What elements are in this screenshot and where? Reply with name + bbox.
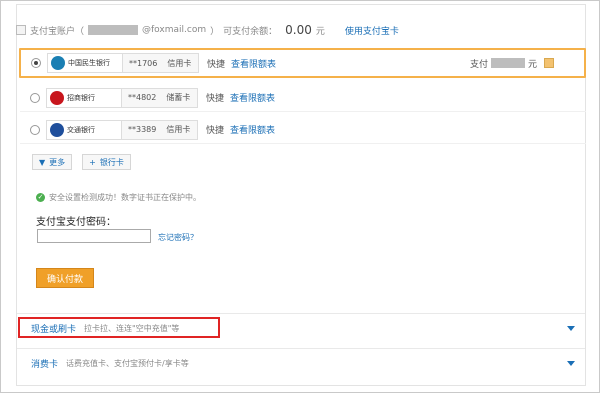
caret-down-icon[interactable] — [567, 326, 575, 331]
currency-label: 元 — [315, 26, 325, 37]
card-type: 储蓄卡 — [166, 93, 191, 102]
bank-name: 交通银行 — [67, 125, 95, 134]
password-label: 支付宝支付密码： — [36, 217, 116, 228]
forgot-password-link[interactable]: 忘记密码？ — [158, 232, 198, 243]
balance-amount: 0.00 — [285, 23, 312, 37]
masked-pay-amount — [490, 58, 525, 68]
check-circle-icon: ✓ — [36, 193, 45, 202]
calculator-icon[interactable] — [544, 58, 554, 68]
card-info: **3389 信用卡 — [122, 119, 198, 140]
plus-icon: + — [89, 157, 96, 167]
card-number: **3389 — [128, 125, 157, 134]
bank-option-cmb[interactable]: 招商银行 **4802 储蓄卡 快捷 查看限额表 — [20, 84, 586, 112]
minsheng-logo-icon — [51, 56, 65, 70]
add-card-label: 银行卡 — [99, 157, 124, 167]
masked-email — [88, 25, 139, 35]
card-type: 信用卡 — [167, 58, 192, 68]
card-info: **4802 储蓄卡 — [122, 87, 198, 108]
method-consumer-card[interactable]: 消费卡 话费充值卡、支付宝预付卡/享卡等 — [17, 348, 585, 378]
balance-checkbox[interactable] — [16, 25, 26, 35]
security-status: ✓ 安全设置检测成功！数字证书正在保护中。 — [36, 192, 201, 203]
add-bank-card-button[interactable]: + 银行卡 — [82, 154, 131, 170]
radio-bocom[interactable] — [30, 124, 40, 135]
confirm-payment-button[interactable]: 确认付款 — [36, 268, 94, 288]
security-note-text: 安全设置检测成功！数字证书正在保护中。 — [49, 193, 201, 202]
limit-table-link[interactable]: 查看限额表 — [230, 123, 275, 136]
card-number: **1706 — [129, 58, 158, 68]
balance-label: 支付宝账户（ — [30, 26, 85, 37]
cmb-logo-icon — [50, 90, 64, 105]
card-info: **1706 信用卡 — [123, 53, 199, 73]
bank-logo: 中国民生银行 — [47, 53, 123, 73]
bank-option-minsheng[interactable]: 中国民生银行 **1706 信用卡 快捷 查看限额表 支付 元 — [19, 48, 586, 78]
card-actions: ▼ 更多 + 银行卡 — [32, 154, 131, 170]
bank-name: 招商银行 — [67, 93, 95, 102]
quick-label: 快捷 — [206, 126, 225, 136]
quick-label: 快捷 — [206, 94, 225, 104]
available-label: 可支付余额： — [223, 26, 278, 37]
chevron-down-icon: ▼ — [39, 157, 46, 167]
quick-label: 快捷 — [207, 59, 226, 70]
caret-down-icon[interactable] — [567, 361, 575, 366]
more-label: 更多 — [49, 157, 66, 167]
limit-table-link[interactable]: 查看限额表 — [230, 91, 275, 104]
method-desc: 话费充值卡、支付宝预付卡/享卡等 — [66, 359, 189, 368]
radio-cmb[interactable] — [30, 92, 40, 103]
bank-name: 中国民生银行 — [68, 59, 110, 67]
card-number: **4802 — [128, 93, 157, 102]
radio-minsheng[interactable] — [31, 58, 41, 68]
pay-label: 支付 — [469, 59, 488, 70]
bank-option-bocom[interactable]: 交通银行 **3389 信用卡 快捷 查看限额表 — [20, 116, 586, 144]
pay-summary: 支付 元 — [470, 57, 554, 70]
annotation-highlight-box — [18, 317, 220, 338]
bank-logo: 招商银行 — [46, 87, 122, 108]
bank-logo: 交通银行 — [46, 119, 122, 140]
use-alipay-card-link[interactable]: 使用支付宝卡 — [345, 24, 399, 37]
email-suffix: @foxmail.com — [142, 25, 207, 35]
card-type: 信用卡 — [166, 125, 191, 134]
balance-row: 支付宝账户（ @foxmail.com ） 可支付余额： 0.00 元 使用支付… — [16, 20, 399, 40]
pay-currency: 元 — [527, 59, 537, 70]
limit-table-link[interactable]: 查看限额表 — [231, 57, 276, 70]
method-title: 消费卡 — [31, 360, 59, 370]
password-input[interactable] — [37, 229, 151, 243]
closing-paren: ） — [210, 26, 220, 37]
bocom-logo-icon — [50, 122, 64, 137]
more-button[interactable]: ▼ 更多 — [32, 154, 73, 170]
